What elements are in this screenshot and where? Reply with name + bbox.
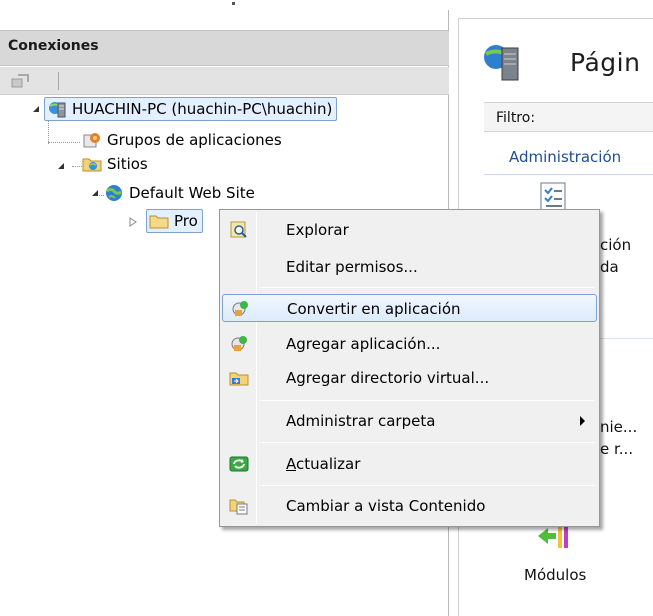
menu-item-editar-permisos[interactable]: Editar permisos...	[222, 253, 597, 281]
filter-label: Filtro:	[496, 110, 536, 126]
app-pool-icon	[83, 133, 100, 148]
menu-label-actualizar-rest: ctualizar	[296, 455, 361, 473]
menu-label-editar-permisos: Editar permisos...	[286, 258, 418, 276]
menu-item-agregar-directorio-virtual[interactable]: Agregar directorio virtual...	[222, 364, 597, 392]
tree-label-folder: Pro	[174, 212, 198, 230]
title-fragment	[232, 2, 235, 5]
submenu-arrow-icon	[580, 416, 585, 426]
collapse-arrow-icon[interactable]	[56, 161, 66, 171]
tree-label-sites: Sitios	[107, 155, 148, 173]
filter-bar: Filtro:	[484, 102, 653, 132]
add-app-icon	[231, 336, 247, 351]
connections-header: Conexiones	[0, 30, 449, 66]
menu-item-actualizar[interactable]: Actualizar	[222, 450, 597, 478]
tree-line	[48, 142, 80, 143]
server-icon	[484, 45, 519, 81]
tree-node-app-pools[interactable]: Grupos de aplicaciones	[82, 128, 282, 152]
convert-app-icon	[232, 301, 248, 316]
menu-item-convertir-aplicacion[interactable]: Convertir en aplicación	[222, 294, 597, 322]
top-strip	[0, 0, 653, 10]
menu-item-agregar-aplicacion[interactable]: Agregar aplicación...	[222, 330, 597, 358]
sites-folder-icon	[82, 158, 102, 172]
menu-separator	[260, 287, 595, 288]
toolbar-separator	[58, 72, 59, 90]
menu-label-cambiar-vista-contenido: Cambiar a vista Contenido	[286, 497, 486, 515]
menu-label-convertir-aplicacion: Convertir en aplicación	[287, 300, 461, 318]
collapse-arrow-icon[interactable]	[31, 104, 41, 114]
globe-icon	[106, 185, 122, 201]
menu-label-actualizar: Actualizar	[286, 455, 360, 473]
tree-node-sites[interactable]: Sitios	[82, 152, 148, 176]
server-globe-icon	[49, 102, 66, 118]
menu-item-administrar-carpeta[interactable]: Administrar carpeta	[222, 407, 597, 435]
tree-node-server[interactable]: HUACHIN-PC (huachin-PC\huachin)	[44, 97, 338, 121]
feature-label-1b[interactable]: da	[600, 258, 619, 276]
modules-label[interactable]: Módulos	[524, 566, 586, 584]
feature-label-2a[interactable]: nie...	[600, 418, 637, 436]
page-title: Págin	[570, 48, 641, 77]
menu-separator	[260, 485, 595, 486]
content-view-icon	[229, 499, 248, 515]
explore-icon	[230, 221, 247, 238]
menu-label-agregar-directorio-virtual: Agregar directorio virtual...	[286, 369, 490, 387]
tree-label-app-pools: Grupos de aplicaciones	[107, 131, 282, 149]
tree-line	[48, 120, 49, 144]
group-divider	[484, 174, 653, 175]
menu-mnemonic-a: A	[286, 455, 296, 473]
feature-label-1a[interactable]: ción	[600, 236, 631, 254]
menu-label-agregar-aplicacion: Agregar aplicación...	[286, 335, 441, 353]
menu-item-explorar[interactable]: Explorar	[222, 216, 597, 244]
menu-separator	[260, 442, 595, 443]
context-menu: Explorar Editar permisos... Convertir en…	[219, 209, 600, 527]
tree-node-folder[interactable]: Pro	[146, 209, 203, 233]
tree-label-server: HUACHIN-PC (huachin-PC\huachin)	[72, 100, 333, 118]
server-node-selection[interactable]: HUACHIN-PC (huachin-PC\huachin)	[44, 97, 338, 121]
menu-item-cambiar-vista-contenido[interactable]: Cambiar a vista Contenido	[222, 492, 597, 520]
feature-label-2b[interactable]: e r...	[600, 440, 633, 458]
group-label-administracion[interactable]: Administración	[509, 148, 621, 166]
add-vdir-icon	[229, 372, 249, 386]
connect-icon[interactable]	[10, 73, 32, 89]
connections-toolbar	[0, 67, 449, 95]
refresh-icon	[229, 456, 249, 472]
menu-label-administrar-carpeta: Administrar carpeta	[286, 412, 436, 430]
collapse-arrow-icon[interactable]	[90, 188, 100, 198]
tree-label-default-site: Default Web Site	[129, 184, 255, 202]
menu-separator	[260, 400, 595, 401]
connections-title: Conexiones	[8, 38, 99, 54]
tree-line	[72, 166, 82, 167]
tree-node-default-site[interactable]: Default Web Site	[104, 181, 255, 205]
folder-node-selection[interactable]: Pro	[146, 209, 203, 233]
expand-arrow-icon[interactable]	[128, 217, 138, 227]
folder-icon	[149, 215, 169, 229]
menu-label-explorar: Explorar	[286, 221, 349, 239]
